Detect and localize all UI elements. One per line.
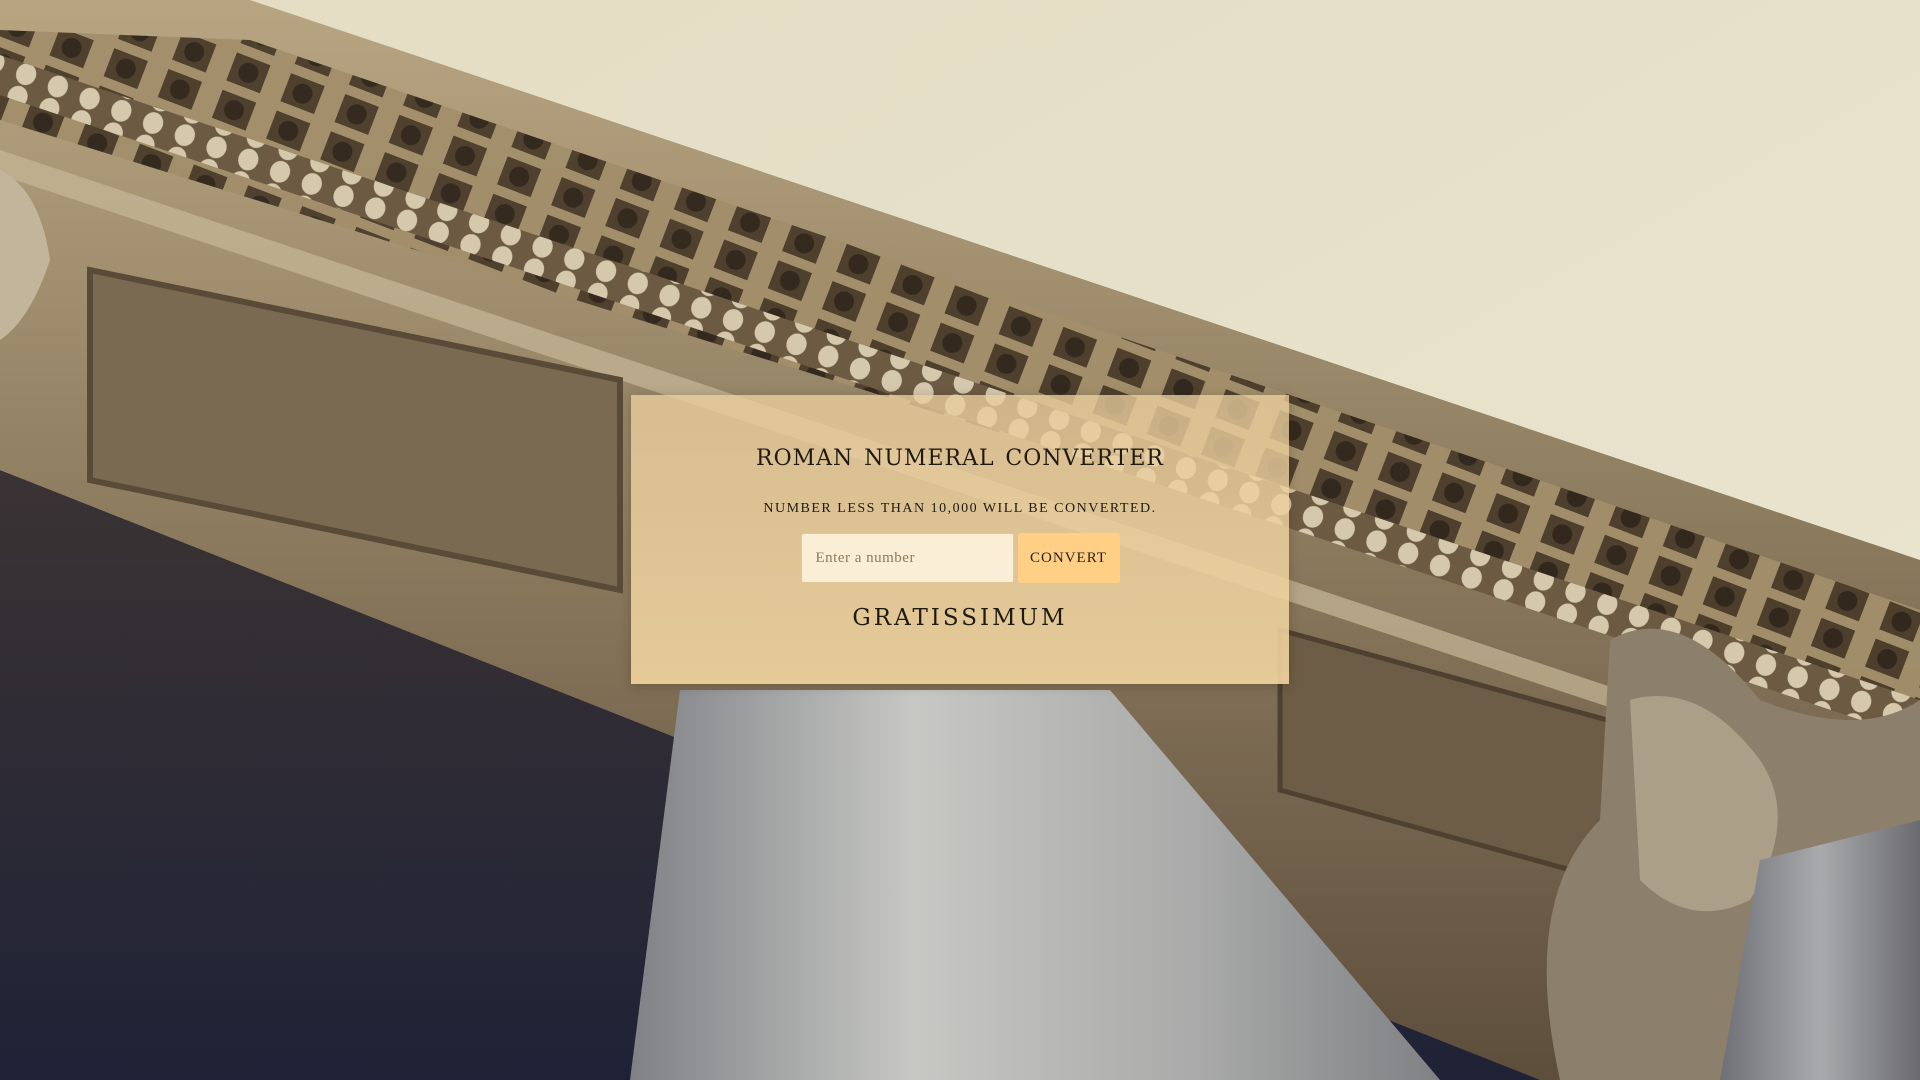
- convert-button[interactable]: CONVERT: [1017, 533, 1120, 583]
- convert-form: CONVERT: [631, 533, 1289, 583]
- number-input[interactable]: [800, 533, 1014, 583]
- result-text: GRATISSIMUM: [852, 605, 1068, 631]
- instruction-text: NUMBER LESS THAN 10,000 WILL BE CONVERTE…: [763, 501, 1157, 516]
- page-title: ROMAN NUMERAL CONVERTER: [756, 437, 1164, 473]
- converter-card: ROMAN NUMERAL CONVERTER NUMBER LESS THAN…: [631, 395, 1289, 684]
